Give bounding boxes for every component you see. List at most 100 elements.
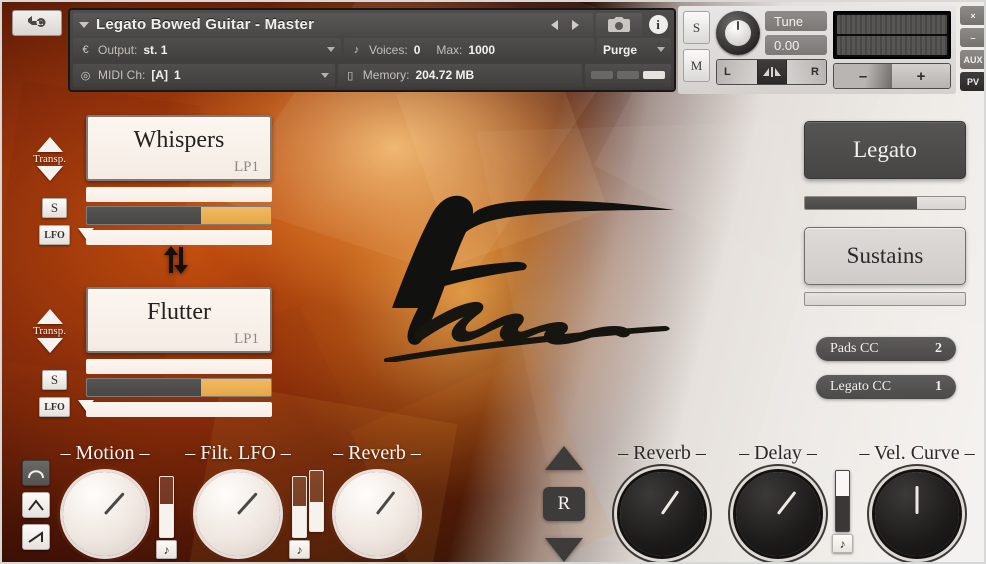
articulation-button-sustains[interactable]: Sustains (804, 227, 966, 285)
kontakt-instrument-window: Legato Bowed Guitar - Master i € Output: (0, 0, 986, 564)
filter-lfo-knob[interactable] (196, 472, 280, 556)
slot-lfo-button[interactable]: LFO (39, 225, 70, 245)
motion-knob[interactable] (63, 472, 147, 556)
tune-knob-indicator (737, 21, 739, 30)
wrench-button[interactable] (12, 10, 62, 36)
output-icon: € (82, 43, 89, 56)
pan-icon (762, 67, 781, 77)
purge-label: Purge (603, 42, 638, 57)
pv-button[interactable]: PV (960, 72, 984, 91)
aux-button[interactable]: AUX (960, 50, 984, 69)
purge-segment (617, 71, 639, 80)
midi-channel-selector[interactable]: ◎ MIDI Ch: [A] 1 (73, 63, 335, 87)
chevron-down-icon[interactable] (320, 72, 329, 78)
round-robin-button[interactable]: R (543, 487, 585, 521)
sustains-volume-slider[interactable] (804, 292, 966, 306)
slot-bottom-bar[interactable] (86, 402, 272, 417)
chevron-down-icon[interactable] (79, 21, 89, 28)
filter-lfo-depth-slider[interactable] (292, 476, 307, 538)
reverb-left-knob[interactable] (335, 472, 419, 556)
next-arrow-icon[interactable] (572, 19, 579, 30)
chevron-down-icon[interactable] (657, 47, 665, 53)
delay-time-slider[interactable] (835, 470, 850, 532)
info-button[interactable]: i (645, 13, 671, 36)
slot-name-plate[interactable]: Whispers LP1 (86, 115, 272, 181)
slot-lfo-button[interactable]: LFO (39, 397, 70, 417)
max-label: Max: (436, 42, 463, 57)
volume-decrease-label: – (834, 64, 892, 88)
motion-rate-slider[interactable] (159, 476, 174, 538)
legato-volume-slider[interactable] (804, 196, 966, 210)
memory-icon: ▯ (347, 69, 354, 82)
pan-center-handle[interactable] (756, 60, 787, 84)
legato-volume-fill (805, 197, 917, 209)
filter-lfo-knob-indicator (236, 491, 258, 516)
prev-arrow-icon[interactable] (551, 19, 558, 30)
slot-volume-slider[interactable] (86, 206, 272, 225)
slot-solo-button[interactable]: S (42, 198, 67, 218)
close-button[interactable]: × (960, 6, 984, 25)
purge-menu[interactable]: Purge (597, 38, 671, 62)
slot-top-bar[interactable] (86, 187, 272, 202)
delay-label: – Delay – (739, 442, 817, 464)
articulation-button-legato[interactable]: Legato (804, 121, 966, 179)
slot-name-plate[interactable]: Flutter LP1 (86, 287, 272, 353)
slot-volume-fill (87, 379, 202, 396)
tune-knob[interactable] (716, 11, 760, 55)
midi-icon: ◎ (80, 69, 91, 82)
chevron-down-icon[interactable] (327, 47, 335, 53)
swap-arrows-icon[interactable] (161, 245, 191, 275)
volume-slider[interactable]: – + (833, 63, 951, 89)
transpose-down-button[interactable] (36, 166, 63, 181)
minimize-button[interactable]: – (960, 28, 984, 47)
filter-lfo-sync-note-button[interactable]: ♪ (289, 540, 310, 559)
voices-display: ♪ Voices: 0 Max: 1000 (344, 38, 594, 62)
legato-cc-assignment[interactable]: Legato CC 1 (816, 375, 956, 399)
pan-slider[interactable]: L R (716, 59, 827, 85)
reverb-knob-indicator (660, 489, 680, 515)
instrument-title-bar[interactable]: Legato Bowed Guitar - Master (73, 13, 593, 37)
level-meter-left (837, 15, 947, 34)
info-icon: i (648, 15, 668, 35)
sine-shape-button[interactable] (22, 460, 50, 486)
delay-sync-note-button[interactable]: ♪ (832, 534, 853, 553)
slot-solo-button[interactable]: S (42, 370, 67, 390)
slot-volume-slider[interactable] (86, 378, 272, 397)
transpose-up-button[interactable] (36, 137, 63, 152)
filter-lfo-knob-group: – Filt. LFO – (185, 442, 291, 562)
solo-button[interactable]: S (683, 11, 710, 44)
filter-lfo-rate-slider[interactable] (309, 470, 324, 532)
pads-cc-assignment[interactable]: Pads CC 2 (816, 337, 956, 361)
voices-value: 0 (413, 42, 421, 57)
tune-label: Tune (765, 11, 827, 31)
output-selector[interactable]: € Output: st. 1 (73, 38, 341, 62)
reverb-knob[interactable] (620, 472, 704, 556)
voices-label: Voices: (369, 42, 408, 57)
reverb-label: – Reverb – (618, 442, 706, 464)
pads-cc-value: 2 (935, 341, 942, 356)
tune-value[interactable]: 0.00 (765, 35, 827, 55)
transpose-up-button[interactable] (36, 309, 63, 324)
slot-bottom-bar[interactable] (86, 230, 272, 245)
saw-shape-button[interactable] (22, 524, 50, 550)
slot-sublabel: LP1 (233, 331, 259, 347)
delay-knob[interactable] (736, 472, 820, 556)
memory-label: Memory: (362, 68, 410, 83)
transpose-down-button[interactable] (36, 338, 63, 353)
velocity-curve-label: – Vel. Curve – (859, 442, 975, 464)
motion-sync-note-button[interactable]: ♪ (156, 540, 177, 559)
saw-icon (28, 531, 43, 543)
camera-button[interactable] (596, 13, 642, 37)
memory-value: 204.72 MB (415, 68, 475, 83)
purge-segment (591, 71, 613, 80)
slot-volume-fill (87, 207, 202, 224)
velocity-curve-knob[interactable] (875, 472, 959, 556)
mute-button[interactable]: M (683, 49, 710, 82)
triangle-down-icon[interactable] (545, 538, 583, 562)
triangle-up-icon[interactable] (545, 446, 583, 470)
purge-indicator-strip (585, 63, 671, 87)
slot-top-bar[interactable] (86, 359, 272, 374)
velocity-curve-knob-indicator (914, 486, 919, 514)
velocity-curve-knob-group: – Vel. Curve – (859, 442, 975, 562)
triangle-shape-button[interactable] (22, 492, 50, 518)
